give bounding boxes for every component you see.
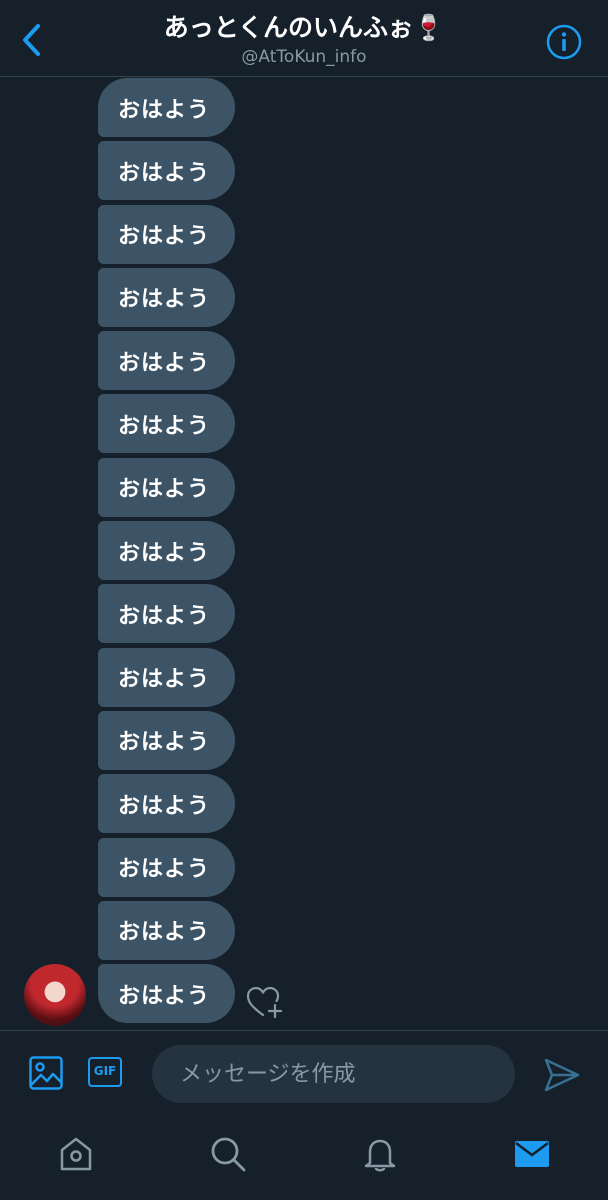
like-message-button[interactable] <box>246 985 286 1021</box>
tab-search[interactable] <box>208 1134 248 1174</box>
message-bubble[interactable]: おはよう <box>98 457 235 517</box>
back-button[interactable] <box>14 20 50 60</box>
message-bubble[interactable]: おはよう <box>98 204 235 264</box>
send-icon <box>544 1058 580 1092</box>
message-bubble[interactable]: おはよう <box>98 900 235 960</box>
tab-messages[interactable] <box>512 1134 552 1174</box>
conversation-title: あっとくんのいんふぉ🍷 <box>163 13 445 42</box>
home-icon <box>60 1137 92 1171</box>
message-thread[interactable]: おはよう おはよう おはよう おはよう おはよう おはよう おはよう おはよう おはよう おはよう… <box>0 77 608 1029</box>
gif-button[interactable]: GIF <box>88 1057 122 1087</box>
message-bubble[interactable]: おはよう <box>98 964 235 1024</box>
search-icon <box>211 1137 246 1172</box>
conversation-handle: @AtToKun_info <box>241 47 367 67</box>
message-input[interactable] <box>152 1045 515 1103</box>
message-bubble[interactable]: おはよう <box>98 584 235 644</box>
image-icon <box>29 1056 63 1090</box>
bell-icon <box>364 1139 396 1172</box>
add-media-button[interactable] <box>28 1055 64 1091</box>
message-bubble[interactable]: おはよう <box>98 331 235 391</box>
info-button[interactable] <box>546 24 582 60</box>
send-button[interactable] <box>542 1055 582 1095</box>
message-bubble[interactable]: おはよう <box>98 837 235 897</box>
message-list: おはよう おはよう おはよう おはよう おはよう おはよう おはよう おはよう おはよう おはよう… <box>98 78 235 1027</box>
message-bubble[interactable]: おはよう <box>98 78 235 137</box>
avatar[interactable] <box>24 964 86 1026</box>
conversation-title-block[interactable]: あっとくんのいんふぉ🍷 @AtToKun_info <box>80 10 528 68</box>
mail-icon <box>515 1141 549 1167</box>
chevron-left-icon <box>23 24 40 56</box>
heart-plus-icon <box>246 986 283 1019</box>
message-bubble[interactable]: おはよう <box>98 774 235 834</box>
message-bubble[interactable]: おはよう <box>98 394 235 454</box>
message-bubble[interactable]: おはよう <box>98 647 235 707</box>
tab-home[interactable] <box>56 1134 96 1174</box>
info-icon <box>546 24 582 60</box>
message-bubble[interactable]: おはよう <box>98 710 235 770</box>
message-composer: GIF <box>0 1030 608 1119</box>
conversation-header: あっとくんのいんふぉ🍷 @AtToKun_info <box>0 0 608 77</box>
message-bubble[interactable]: おはよう <box>98 141 235 201</box>
message-bubble[interactable]: おはよう <box>98 521 235 581</box>
tab-notifications[interactable] <box>360 1134 400 1174</box>
bottom-tab-bar <box>0 1118 608 1200</box>
message-bubble[interactable]: おはよう <box>98 267 235 327</box>
